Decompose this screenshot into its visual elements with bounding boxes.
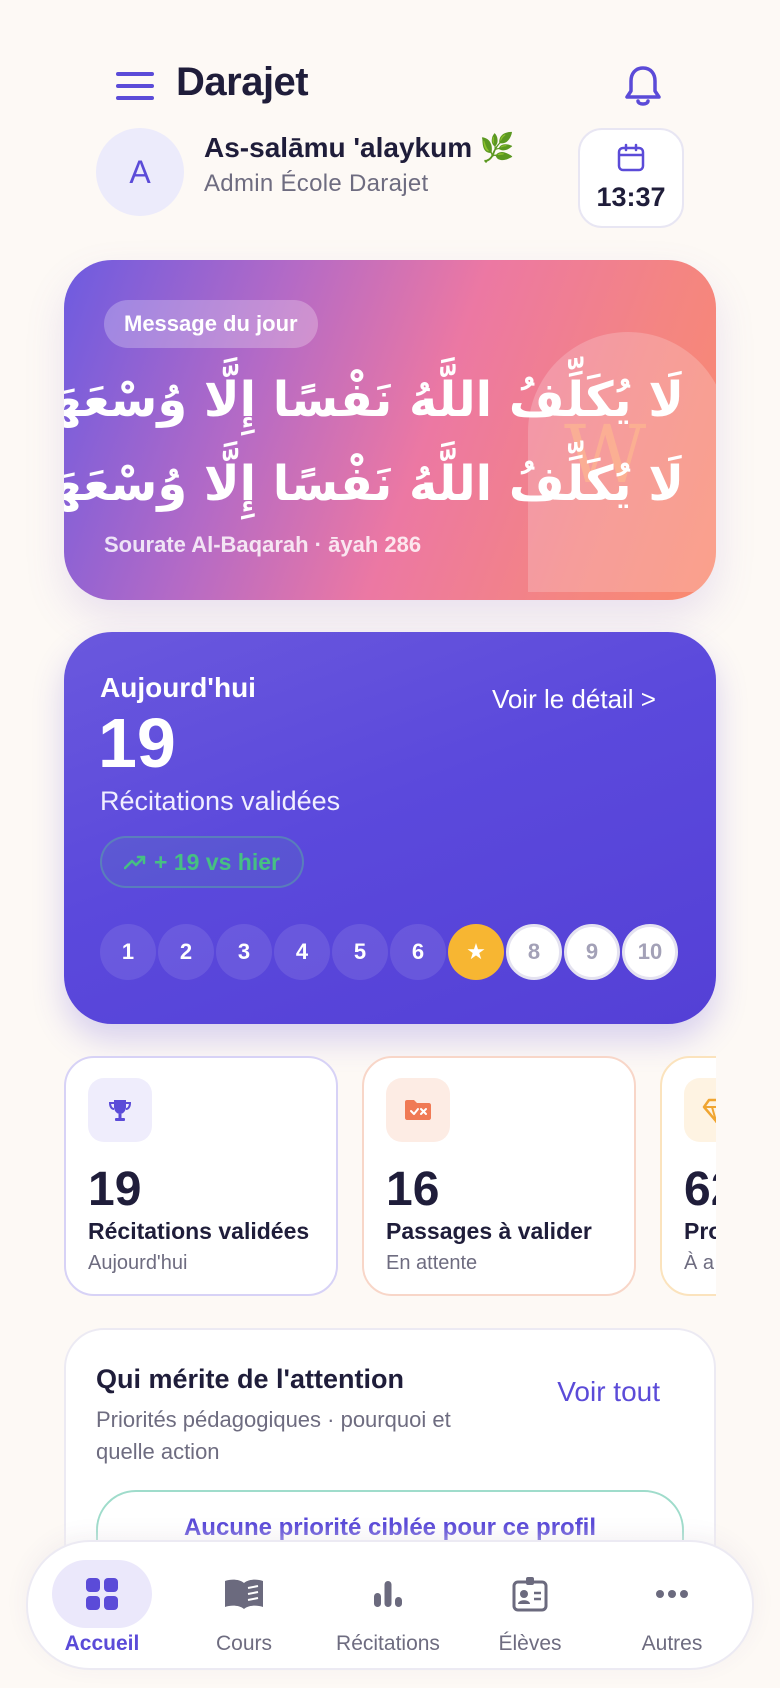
stat-title: Récitations validées bbox=[88, 1218, 310, 1244]
calendar-icon bbox=[616, 143, 646, 178]
stat-value: 16 bbox=[386, 1163, 440, 1216]
nav-item-autres[interactable]: Autres bbox=[602, 1542, 742, 1672]
menu-icon[interactable] bbox=[116, 72, 154, 102]
message-pill: Message du jour bbox=[104, 300, 318, 348]
stat-sub: À a bbox=[684, 1252, 715, 1274]
message-of-the-day-card[interactable]: W Message du jour لَا يُكَلِّفُ اللَّهُ … bbox=[64, 260, 716, 600]
stat-card-passages[interactable]: 16 Passages à valider En attente bbox=[362, 1056, 636, 1296]
nav-label: Cours bbox=[215, 1632, 273, 1655]
progress-step: 6 bbox=[390, 924, 446, 980]
stat-value: 62 bbox=[684, 1163, 716, 1216]
id-card-icon bbox=[480, 1560, 580, 1628]
nav-label: Autres bbox=[641, 1632, 703, 1655]
avatar-letter: A bbox=[129, 153, 151, 190]
stat-sub: En attente bbox=[386, 1252, 478, 1274]
stat-title: Pro bbox=[684, 1218, 716, 1244]
attention-title: Qui mérite de l'attention bbox=[96, 1364, 404, 1394]
stat-card-progress[interactable]: 62 Pro À a bbox=[660, 1056, 716, 1296]
stat-title: Passages à valider bbox=[386, 1218, 592, 1244]
today-summary-card: Aujourd'hui 19 Récitations validées Voir… bbox=[64, 632, 716, 1024]
trophy-icon bbox=[88, 1078, 152, 1142]
greeting: As-salāmu 'alaykum 🌿 bbox=[204, 131, 515, 164]
folder-check-icon bbox=[386, 1078, 450, 1142]
nav-item-accueil[interactable]: Accueil bbox=[32, 1542, 172, 1672]
verse-source: Sourate Al-Baqarah · āyah 286 bbox=[104, 532, 422, 557]
today-label: Aujourd'hui bbox=[100, 672, 256, 703]
school-subtitle: Admin École Darajet bbox=[204, 170, 429, 197]
avatar[interactable]: A bbox=[96, 128, 184, 216]
progress-step: 9 bbox=[564, 924, 620, 980]
see-all-link[interactable]: Voir tout bbox=[557, 1376, 660, 1408]
bell-icon[interactable] bbox=[624, 64, 662, 110]
gem-icon bbox=[684, 1078, 716, 1142]
progress-step: 4 bbox=[274, 924, 330, 980]
nav-item-eleves[interactable]: Élèves bbox=[460, 1542, 600, 1672]
today-subtitle: Récitations validées bbox=[100, 786, 341, 816]
progress-step: 10 bbox=[622, 924, 678, 980]
nav-label: Élèves bbox=[498, 1632, 562, 1655]
book-icon bbox=[194, 1560, 294, 1628]
greeting-text: As-salāmu 'alaykum bbox=[204, 132, 473, 163]
trend-badge: + 19 vs hier bbox=[100, 836, 304, 888]
time-widget[interactable]: 13:37 bbox=[578, 128, 684, 228]
stat-value: 19 bbox=[88, 1163, 142, 1216]
nav-item-cours[interactable]: Cours bbox=[174, 1542, 314, 1672]
stats-row[interactable]: 19 Récitations validées Aujourd'hui 16 P… bbox=[64, 1056, 716, 1298]
time-text: 13:37 bbox=[596, 182, 666, 212]
progress-step: 3 bbox=[216, 924, 272, 980]
progress-steps: 1 2 3 4 5 6 ★ 8 9 10 bbox=[100, 924, 678, 980]
progress-step: 5 bbox=[332, 924, 388, 980]
trend-text: + 19 vs hier bbox=[154, 848, 280, 875]
more-dots-icon bbox=[622, 1560, 722, 1628]
verse-line-2: لَا يُكَلِّفُ اللَّهُ نَفْسًا إِلَّا وُس… bbox=[64, 456, 684, 512]
stat-sub: Aujourd'hui bbox=[88, 1252, 188, 1274]
verse-line-1: لَا يُكَلِّفُ اللَّهُ نَفْسًا إِلَّا وُس… bbox=[64, 372, 684, 428]
bottom-nav: Accueil Cours Récitations Élèves Autres bbox=[26, 1540, 754, 1670]
leaf-icon: 🌿 bbox=[479, 132, 515, 163]
progress-step-current: ★ bbox=[448, 924, 504, 980]
attention-subtitle: Priorités pédagogiques · pourquoi et que… bbox=[96, 1407, 451, 1464]
nav-label: Récitations bbox=[336, 1632, 440, 1655]
progress-step: 2 bbox=[158, 924, 214, 980]
grid-icon bbox=[52, 1560, 152, 1628]
see-detail-link[interactable]: Voir le détail > bbox=[492, 684, 656, 715]
bar-chart-icon bbox=[338, 1560, 438, 1628]
nav-label: Accueil bbox=[64, 1632, 140, 1655]
trend-up-icon bbox=[123, 849, 146, 876]
progress-step: 1 bbox=[100, 924, 156, 980]
progress-step: 8 bbox=[506, 924, 562, 980]
app-title: Darajet bbox=[176, 60, 309, 104]
today-value: 19 bbox=[98, 704, 176, 782]
stat-card-recitations[interactable]: 19 Récitations validées Aujourd'hui bbox=[64, 1056, 338, 1296]
nav-item-recitations[interactable]: Récitations bbox=[318, 1542, 458, 1672]
